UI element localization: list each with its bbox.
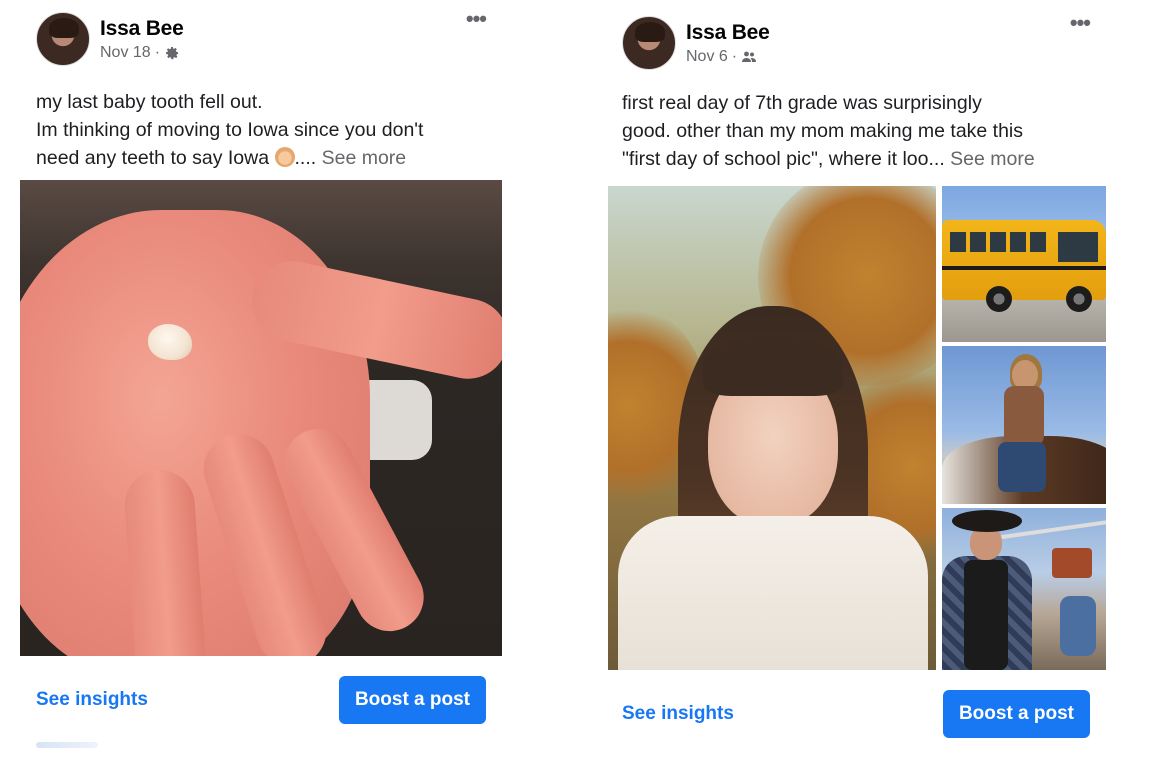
rider-jeans <box>998 442 1046 492</box>
baby-face-emoji-icon <box>274 147 295 167</box>
post-text: first real day of 7th grade was surprisi… <box>622 89 1102 173</box>
post-card-tooth: Issa Bee Nov 18 · ••• my last baby tooth… <box>20 0 502 768</box>
see-insights-link[interactable]: See insights <box>36 689 148 711</box>
post-card-school: Issa Bee Nov 6 · ••• first real day of 7… <box>606 0 1106 768</box>
ellipsis: .... <box>294 147 317 169</box>
meta-separator: · <box>731 47 738 65</box>
post-text-line-last: need any teeth to say Iowa .... See more <box>36 144 496 172</box>
header-text: Issa Bee Nov 6 · <box>686 21 770 66</box>
background-object <box>1052 548 1092 578</box>
boost-post-button[interactable]: Boost a post <box>338 676 486 724</box>
post-photo-hand-with-tooth[interactable] <box>20 180 502 656</box>
bus-stripe <box>942 266 1106 270</box>
gear-icon <box>166 46 179 59</box>
bus-window <box>1030 232 1046 252</box>
more-options-icon[interactable]: ••• <box>466 8 487 30</box>
meta-separator: · <box>154 43 161 61</box>
see-more-link[interactable]: See more <box>950 148 1035 170</box>
post-text-line: good. other than my mom making me take t… <box>622 120 1024 142</box>
tooth <box>148 324 192 360</box>
bus-window <box>990 232 1006 252</box>
shirt <box>618 516 928 670</box>
header-text: Issa Bee Nov 18 · <box>100 17 184 62</box>
background-person <box>1060 596 1096 656</box>
author-name[interactable]: Issa Bee <box>686 21 770 45</box>
post-photo-cowboy[interactable] <box>942 508 1106 670</box>
bus-wheel <box>1066 286 1092 312</box>
bus-window <box>950 232 966 252</box>
more-options-icon[interactable]: ••• <box>1070 12 1091 34</box>
post-text-fragment: "first day of school pic", where it loo.… <box>622 148 945 170</box>
avatar[interactable] <box>622 16 676 70</box>
post-meta: Nov 6 · <box>686 48 770 66</box>
cowboy-vest <box>964 560 1008 670</box>
bus-windshield <box>1058 232 1098 262</box>
cowboy-hat <box>952 510 1022 532</box>
post-photo-horse-riding[interactable] <box>942 346 1106 504</box>
post-footer: See insights Boost a post <box>36 676 486 724</box>
post-meta: Nov 18 · <box>100 44 184 62</box>
post-footer: See insights Boost a post <box>622 690 1090 738</box>
see-more-link[interactable]: See more <box>322 147 407 169</box>
post-photo-school-bus[interactable] <box>942 186 1106 342</box>
post-text-line: Im thinking of moving to Iowa since you … <box>36 119 424 141</box>
post-header: Issa Bee Nov 18 · <box>36 12 184 66</box>
bus-window <box>970 232 986 252</box>
author-name[interactable]: Issa Bee <box>100 17 184 41</box>
bus-wheel <box>986 286 1012 312</box>
post-text-line: my last baby tooth fell out. <box>36 91 263 113</box>
faded-text-remnant <box>36 742 98 748</box>
see-insights-link[interactable]: See insights <box>622 703 734 725</box>
post-photo-portrait[interactable] <box>608 186 936 670</box>
post-text: my last baby tooth fell out. Im thinking… <box>36 88 496 172</box>
post-date[interactable]: Nov 18 <box>100 44 151 62</box>
boost-post-button[interactable]: Boost a post <box>942 690 1090 738</box>
rider-body <box>1004 386 1044 446</box>
post-text-fragment: need any teeth to say Iowa <box>36 147 270 169</box>
bangs <box>703 336 843 396</box>
post-text-line: first real day of 7th grade was surprisi… <box>622 92 982 114</box>
post-date[interactable]: Nov 6 <box>686 48 728 66</box>
post-header: Issa Bee Nov 6 · <box>622 16 770 70</box>
post-text-line-last: "first day of school pic", where it loo.… <box>622 145 1102 173</box>
friends-icon <box>742 51 757 62</box>
avatar[interactable] <box>36 12 90 66</box>
bus-window <box>1010 232 1026 252</box>
